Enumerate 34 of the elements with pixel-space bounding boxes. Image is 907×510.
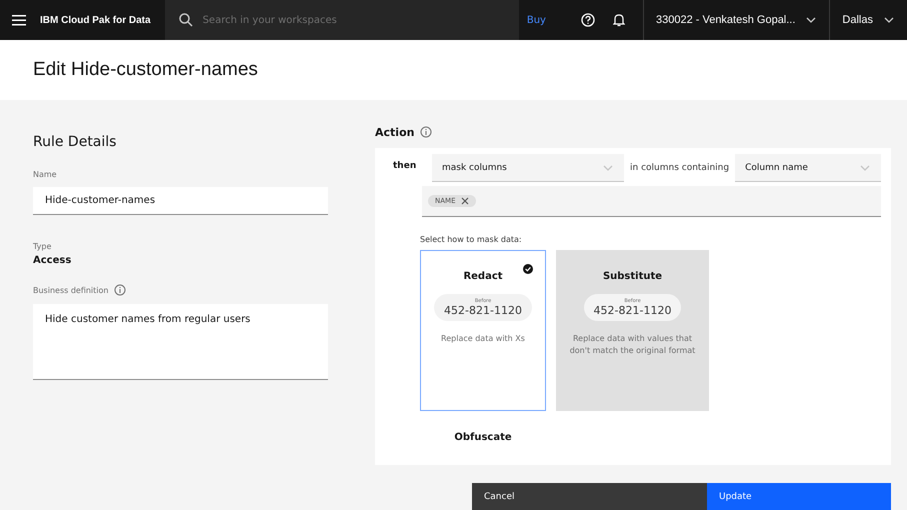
name-input-field[interactable]: Hide-customer-names bbox=[33, 187, 328, 215]
menu-icon[interactable] bbox=[12, 14, 26, 26]
card-title: Redact bbox=[463, 271, 503, 282]
mask-prompt: Select how to mask data: bbox=[420, 235, 523, 244]
notification-bell-icon[interactable] bbox=[612, 13, 625, 27]
business-definition-field[interactable]: Hide customer names from regular users bbox=[33, 304, 328, 380]
help-icon[interactable] bbox=[580, 13, 595, 27]
cancel-button[interactable]: Cancel bbox=[472, 483, 707, 510]
close-icon[interactable] bbox=[460, 197, 468, 205]
target-dropdown[interactable]: Column name bbox=[735, 154, 882, 182]
card-title: Obfuscate bbox=[454, 432, 512, 443]
section-heading: Action bbox=[375, 126, 414, 138]
section-heading: Rule Details bbox=[33, 134, 118, 150]
buy-link[interactable]: Buy bbox=[526, 14, 546, 26]
sample-value: 452-821-1120 bbox=[444, 304, 522, 317]
then-label: then bbox=[393, 160, 418, 171]
info-icon[interactable] bbox=[420, 126, 432, 138]
field-label: Name bbox=[33, 170, 58, 179]
card-title: Substitute bbox=[602, 271, 662, 282]
card-description: Replace data with values that don't match the original format bbox=[568, 333, 696, 357]
field-label: Type bbox=[33, 242, 52, 251]
field-label: Business definition bbox=[33, 286, 108, 294]
page-title: Edit Hide-customer-names bbox=[33, 59, 258, 81]
card-description: Replace data with Xs bbox=[440, 333, 526, 345]
type-value: Access bbox=[33, 255, 72, 266]
product-name[interactable]: IBM Cloud Pak for Data bbox=[40, 14, 165, 26]
action-dropdown[interactable]: mask columns bbox=[432, 154, 624, 182]
info-icon[interactable] bbox=[114, 284, 126, 296]
update-button[interactable]: Update bbox=[707, 483, 891, 510]
sample-value: 452-821-1120 bbox=[594, 304, 672, 317]
connector-label: in columns containing bbox=[629, 163, 730, 173]
checkmark-icon bbox=[523, 264, 533, 274]
search-icon bbox=[178, 13, 193, 27]
search-field[interactable]: Search in your workspaces bbox=[164, 0, 519, 40]
